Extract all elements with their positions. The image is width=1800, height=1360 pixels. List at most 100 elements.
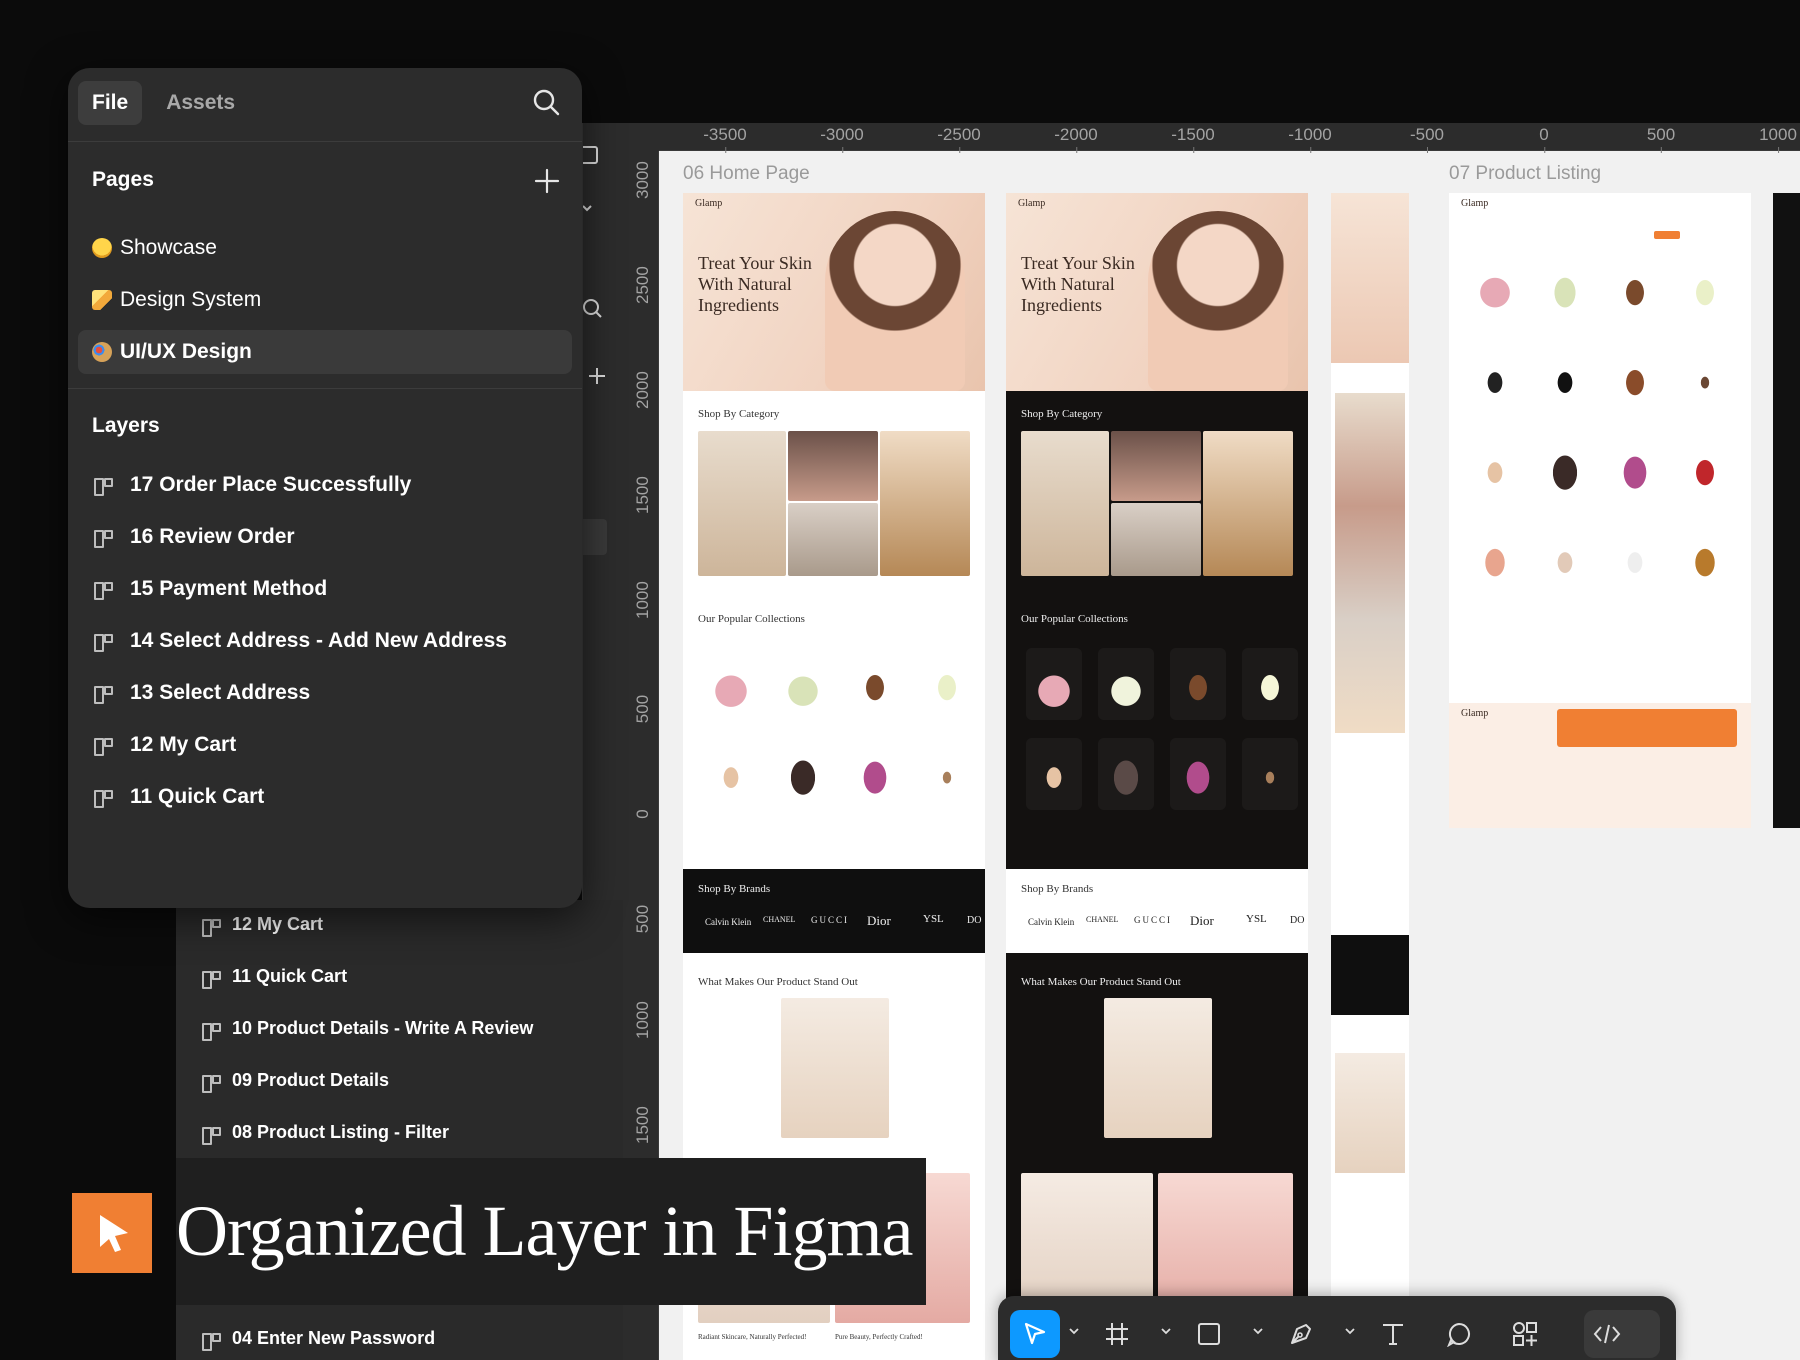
- layer-item[interactable]: 12 My Cart: [200, 914, 324, 937]
- product-card: [1242, 648, 1298, 720]
- layer-item[interactable]: 04 Enter New Password: [200, 1328, 436, 1351]
- layer-item[interactable]: 16 Review Order: [92, 525, 295, 549]
- ruler-corner: [625, 123, 659, 151]
- page-design-system[interactable]: Design System: [78, 278, 572, 322]
- star-struck-emoji-icon: [92, 238, 112, 258]
- text-tool-icon[interactable]: [1368, 1310, 1418, 1358]
- frame-label-listing[interactable]: 07 Product Listing: [1449, 163, 1601, 185]
- layer-label: 04 Enter New Password: [232, 1328, 436, 1348]
- popular-heading: Our Popular Collections: [1021, 613, 1128, 625]
- frame-icon: [92, 527, 113, 548]
- product-card: [1537, 253, 1593, 325]
- frame-icon: [200, 968, 221, 989]
- layer-item[interactable]: 17 Order Place Successfully: [92, 473, 411, 497]
- divider: [68, 388, 582, 389]
- layer-label: 12 My Cart: [232, 914, 324, 934]
- frame-product-listing[interactable]: Glamp Glamp: [1449, 193, 1751, 828]
- product-card: [1607, 433, 1663, 505]
- rectangle-tool-icon[interactable]: [1184, 1310, 1234, 1358]
- layer-label: 12 My Cart: [130, 733, 237, 756]
- actions-tool-icon[interactable]: [1500, 1310, 1550, 1358]
- layer-item[interactable]: 11 Quick Cart: [200, 966, 348, 989]
- page-uiux-design[interactable]: UI/UX Design: [78, 330, 572, 374]
- frame-icon: [200, 916, 221, 937]
- ruler-tick-label: 1000: [633, 581, 652, 619]
- move-tool-icon[interactable]: [1010, 1310, 1060, 1358]
- mobile-brands: [1331, 935, 1409, 1015]
- model-image: [825, 211, 965, 391]
- category-image: [1203, 431, 1293, 576]
- ruler-tick-label: 1000: [1759, 125, 1797, 153]
- comment-tool-icon[interactable]: [1434, 1310, 1484, 1358]
- dev-mode-toggle[interactable]: [1584, 1310, 1660, 1358]
- product-card: [1242, 738, 1298, 810]
- chevron-down-icon[interactable]: [1345, 1326, 1355, 1336]
- product-card: [919, 738, 975, 810]
- chevron-down-icon[interactable]: [1161, 1326, 1171, 1336]
- layer-label: 09 Product Details: [232, 1070, 390, 1090]
- product-card: [775, 738, 831, 810]
- layer-item[interactable]: 09 Product Details: [200, 1070, 390, 1093]
- figma-workspace: 06 Home Page 07 Product Listing Glamp Tr…: [0, 0, 1800, 1360]
- stand-out-heading: What Makes Our Product Stand Out: [1021, 976, 1181, 988]
- frame-tool-icon[interactable]: [1092, 1310, 1142, 1358]
- ruler-tick-label: 2500: [633, 266, 652, 304]
- brand-logo: DO: [1290, 915, 1305, 926]
- layer-item[interactable]: 11 Quick Cart: [92, 785, 264, 809]
- product-card: [1467, 523, 1523, 595]
- layer-item[interactable]: 12 My Cart: [92, 733, 236, 757]
- layer-label: 11 Quick Cart: [232, 966, 348, 986]
- category-image: [1111, 431, 1201, 501]
- tab-file[interactable]: File: [78, 81, 143, 125]
- layer-label: 15 Payment Method: [130, 577, 328, 600]
- ruler-tick-label: 500: [1646, 125, 1676, 153]
- category-image: [788, 503, 878, 576]
- chevron-down-icon[interactable]: [1253, 1326, 1263, 1336]
- layer-item[interactable]: 14 Select Address - Add New Address: [92, 629, 507, 653]
- product-card: [1098, 738, 1154, 810]
- brand-logo: Dior: [1190, 913, 1214, 928]
- layer-item[interactable]: 15 Payment Method: [92, 577, 327, 601]
- ruler-tick-label: 0: [1539, 125, 1549, 153]
- footer-logo: Glamp: [1461, 708, 1489, 719]
- brand-logo: GUCCI: [1134, 915, 1173, 925]
- layer-item[interactable]: 13 Select Address: [92, 681, 310, 705]
- frame-icon: [92, 631, 113, 652]
- ruler-tick-label: 1500: [633, 1106, 652, 1144]
- figma-left-panel: File Assets Pages Showcase Design System…: [68, 68, 582, 908]
- page-showcase[interactable]: Showcase: [78, 226, 572, 270]
- brand-logo: Calvin Klein: [705, 917, 752, 927]
- add-page-icon[interactable]: [534, 168, 560, 194]
- product-card: [1170, 648, 1226, 720]
- pure-caption: Pure Beauty, Perfectly Crafted!: [835, 1333, 923, 1341]
- pen-tool-icon[interactable]: [1276, 1310, 1326, 1358]
- layer-item[interactable]: 08 Product Listing - Filter: [200, 1122, 449, 1145]
- frame-label-home[interactable]: 06 Home Page: [683, 163, 810, 185]
- product-card: [919, 648, 975, 720]
- newsletter-banner: [1557, 709, 1737, 747]
- logo: Glamp: [1018, 198, 1046, 209]
- frame-icon: [200, 1124, 221, 1145]
- ruler-tick-label: -3000: [820, 125, 864, 153]
- ruler-tick-label: 500: [633, 904, 652, 934]
- tab-assets[interactable]: Assets: [152, 81, 249, 125]
- chevron-down-icon[interactable]: [1069, 1326, 1079, 1336]
- ruler-tick-label: 1500: [633, 476, 652, 514]
- product-card: [1677, 433, 1733, 505]
- ruler-tick-label: 0: [633, 809, 652, 819]
- radiant-caption: Radiant Skincare, Naturally Perfected!: [698, 1333, 807, 1341]
- cursor-logo-icon: [72, 1193, 152, 1273]
- ruler-tick-label: 1000: [633, 1001, 652, 1039]
- layer-item[interactable]: 10 Product Details - Write A Review: [200, 1018, 533, 1041]
- product-card: [1467, 343, 1523, 415]
- frame-icon: [92, 475, 113, 496]
- frame-home-mobile[interactable]: [1331, 193, 1409, 1313]
- search-icon[interactable]: [532, 88, 560, 116]
- frame-partial[interactable]: [1773, 193, 1800, 828]
- brands-strip: Shop By Brands Calvin Klein CHANEL GUCCI…: [683, 869, 985, 953]
- ruler-top: -3500 -3000 -2500 -2000 -1500 -1000 -500 0 500 10…: [625, 123, 1800, 153]
- frame-home-dark[interactable]: Glamp Treat Your Skin With Natural Ingre…: [1006, 193, 1308, 1360]
- product-card: [1677, 253, 1733, 325]
- brands-heading: Shop By Brands: [1021, 883, 1094, 895]
- feature-image: [1104, 998, 1212, 1138]
